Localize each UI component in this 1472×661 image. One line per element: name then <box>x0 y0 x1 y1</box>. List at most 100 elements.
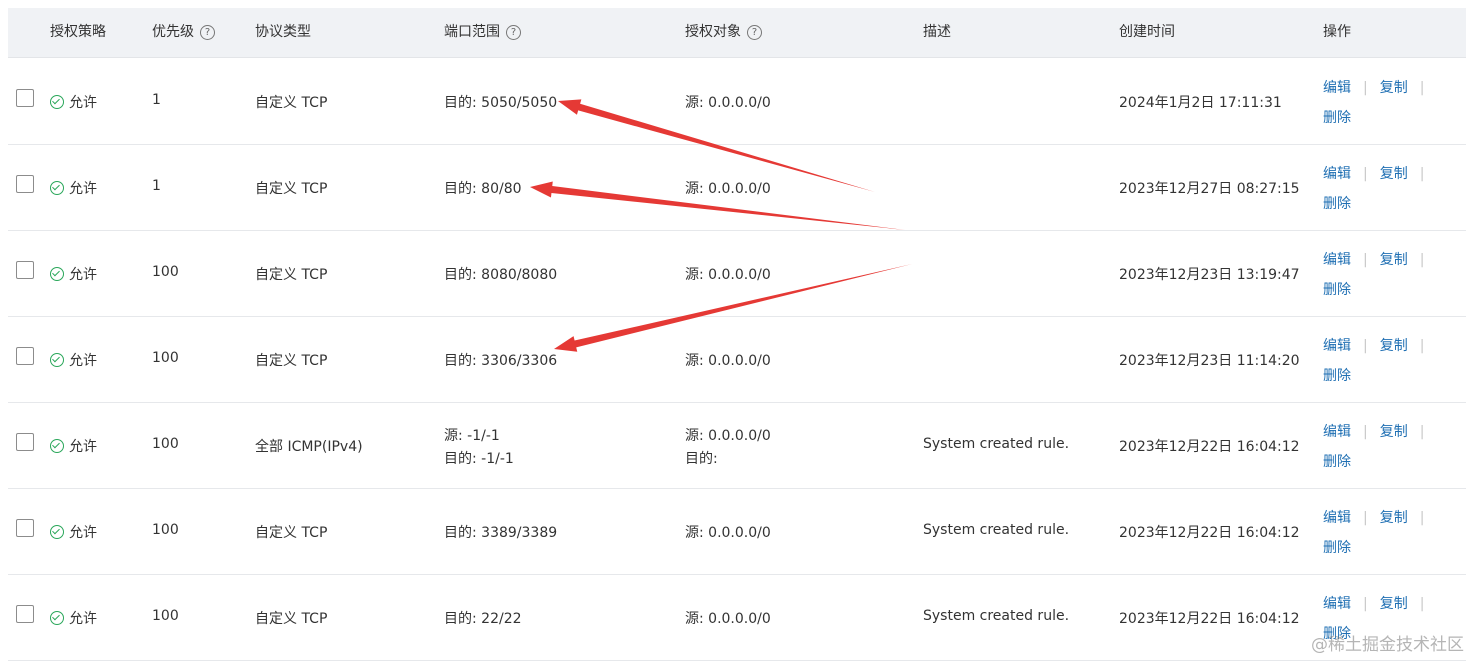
priority-cell: 100 <box>152 350 179 366</box>
created-time-cell: 2023年12月27日 08:27:15 <box>1119 181 1300 197</box>
row-actions-line2: 删除 <box>1323 279 1351 299</box>
row-checkbox[interactable] <box>16 433 34 451</box>
table-row: 允许 100 自定义 TCP 目的: 3389/3389 源: 0.0.0.0/… <box>8 488 1466 575</box>
copy-link[interactable]: 复制 <box>1380 510 1408 526</box>
header-protocol: 协议类型 <box>255 24 311 40</box>
target-cell: 源: 0.0.0.0/0 <box>685 525 771 541</box>
edit-link[interactable]: 编辑 <box>1323 166 1351 182</box>
row-actions: 编辑 | 复制 | <box>1323 593 1436 613</box>
port-range-cell: 目的: 22/22 <box>444 611 522 627</box>
header-target: 授权对象? <box>685 8 762 57</box>
priority-cell: 100 <box>152 264 179 280</box>
description-cell: System created rule. <box>923 608 1070 624</box>
copy-link[interactable]: 复制 <box>1380 424 1408 440</box>
description-cell: System created rule. <box>923 522 1070 538</box>
created-time-cell: 2023年12月22日 16:04:12 <box>1119 439 1300 455</box>
target-cell: 源: 0.0.0.0/0 <box>685 267 771 283</box>
policy-cell: 允许 <box>50 522 97 541</box>
policy-cell: 允许 <box>50 92 97 111</box>
help-icon[interactable]: ? <box>200 25 215 40</box>
priority-cell: 100 <box>152 608 179 624</box>
row-checkbox[interactable] <box>16 605 34 623</box>
delete-link[interactable]: 删除 <box>1323 196 1351 212</box>
created-time-cell: 2024年1月2日 17:11:31 <box>1119 95 1282 111</box>
protocol-cell: 自定义 TCP <box>255 353 328 369</box>
row-actions-line2: 删除 <box>1323 107 1351 127</box>
edit-link[interactable]: 编辑 <box>1323 338 1351 354</box>
port-range-cell: 源: -1/-1 <box>444 428 500 444</box>
row-actions: 编辑 | 复制 | <box>1323 335 1436 355</box>
protocol-cell: 自定义 TCP <box>255 525 328 541</box>
action-separator: | <box>1363 596 1368 612</box>
delete-link[interactable]: 删除 <box>1323 454 1351 470</box>
action-separator: | <box>1419 80 1425 96</box>
action-separator: | <box>1363 166 1368 182</box>
policy-label: 允许 <box>69 525 97 541</box>
port-range-cell: 目的: 5050/5050 <box>444 95 558 111</box>
row-checkbox[interactable] <box>16 261 34 279</box>
row-checkbox[interactable] <box>16 347 34 365</box>
row-actions: 编辑 | 复制 | <box>1323 421 1436 441</box>
edit-link[interactable]: 编辑 <box>1323 596 1351 612</box>
delete-link[interactable]: 删除 <box>1323 282 1351 298</box>
edit-link[interactable]: 编辑 <box>1323 424 1351 440</box>
protocol-cell: 自定义 TCP <box>255 611 328 627</box>
policy-cell: 允许 <box>50 436 97 455</box>
copy-link[interactable]: 复制 <box>1380 596 1408 612</box>
header-policy: 授权策略 <box>50 24 106 40</box>
delete-link[interactable]: 删除 <box>1323 368 1351 384</box>
copy-link[interactable]: 复制 <box>1380 166 1408 182</box>
policy-label: 允许 <box>69 353 97 369</box>
action-separator: | <box>1363 510 1368 526</box>
row-checkbox[interactable] <box>16 89 34 107</box>
port-range-cell: 目的: 3306/3306 <box>444 353 558 369</box>
check-circle-icon <box>50 439 64 453</box>
action-separator: | <box>1363 338 1368 354</box>
protocol-cell: 自定义 TCP <box>255 267 328 283</box>
header-target-label: 授权对象 <box>685 24 741 40</box>
check-circle-icon <box>50 95 64 109</box>
check-circle-icon <box>50 181 64 195</box>
priority-cell: 100 <box>152 522 179 538</box>
watermark: @稀土掘金技术社区 <box>1311 635 1464 655</box>
edit-link[interactable]: 编辑 <box>1323 510 1351 526</box>
action-separator: | <box>1419 424 1425 440</box>
target-cell: 源: 0.0.0.0/0 <box>685 428 771 444</box>
protocol-cell: 自定义 TCP <box>255 181 328 197</box>
check-circle-icon <box>50 611 64 625</box>
action-separator: | <box>1363 424 1368 440</box>
check-circle-icon <box>50 267 64 281</box>
copy-link[interactable]: 复制 <box>1380 252 1408 268</box>
row-actions: 编辑 | 复制 | <box>1323 249 1436 269</box>
header-description: 描述 <box>923 24 951 40</box>
port-range-cell-line2: 目的: -1/-1 <box>444 451 514 467</box>
table-row: 允许 1 自定义 TCP 目的: 80/80 源: 0.0.0.0/0 2023… <box>8 144 1466 231</box>
row-actions: 编辑 | 复制 | <box>1323 507 1436 527</box>
policy-cell: 允许 <box>50 264 97 283</box>
priority-cell: 1 <box>152 178 161 194</box>
delete-link[interactable]: 删除 <box>1323 540 1351 556</box>
protocol-cell: 全部 ICMP(IPv4) <box>255 439 363 455</box>
table-row: 允许 100 自定义 TCP 目的: 3306/3306 源: 0.0.0.0/… <box>8 316 1466 403</box>
edit-link[interactable]: 编辑 <box>1323 252 1351 268</box>
row-actions-line2: 删除 <box>1323 451 1351 471</box>
row-checkbox[interactable] <box>16 519 34 537</box>
priority-cell: 100 <box>152 436 179 452</box>
header-port-range-label: 端口范围 <box>444 24 500 40</box>
edit-link[interactable]: 编辑 <box>1323 80 1351 96</box>
target-cell: 源: 0.0.0.0/0 <box>685 181 771 197</box>
copy-link[interactable]: 复制 <box>1380 80 1408 96</box>
port-range-cell: 目的: 3389/3389 <box>444 525 558 541</box>
help-icon[interactable]: ? <box>506 25 521 40</box>
created-time-cell: 2023年12月23日 11:14:20 <box>1119 353 1300 369</box>
row-checkbox[interactable] <box>16 175 34 193</box>
port-range-cell: 目的: 8080/8080 <box>444 267 558 283</box>
action-separator: | <box>1363 252 1368 268</box>
delete-link[interactable]: 删除 <box>1323 110 1351 126</box>
policy-label: 允许 <box>69 267 97 283</box>
table-row: 允许 1 自定义 TCP 目的: 5050/5050 源: 0.0.0.0/0 … <box>8 58 1466 145</box>
created-time-cell: 2023年12月23日 13:19:47 <box>1119 267 1300 283</box>
copy-link[interactable]: 复制 <box>1380 338 1408 354</box>
header-priority-label: 优先级 <box>152 24 194 40</box>
help-icon[interactable]: ? <box>747 25 762 40</box>
